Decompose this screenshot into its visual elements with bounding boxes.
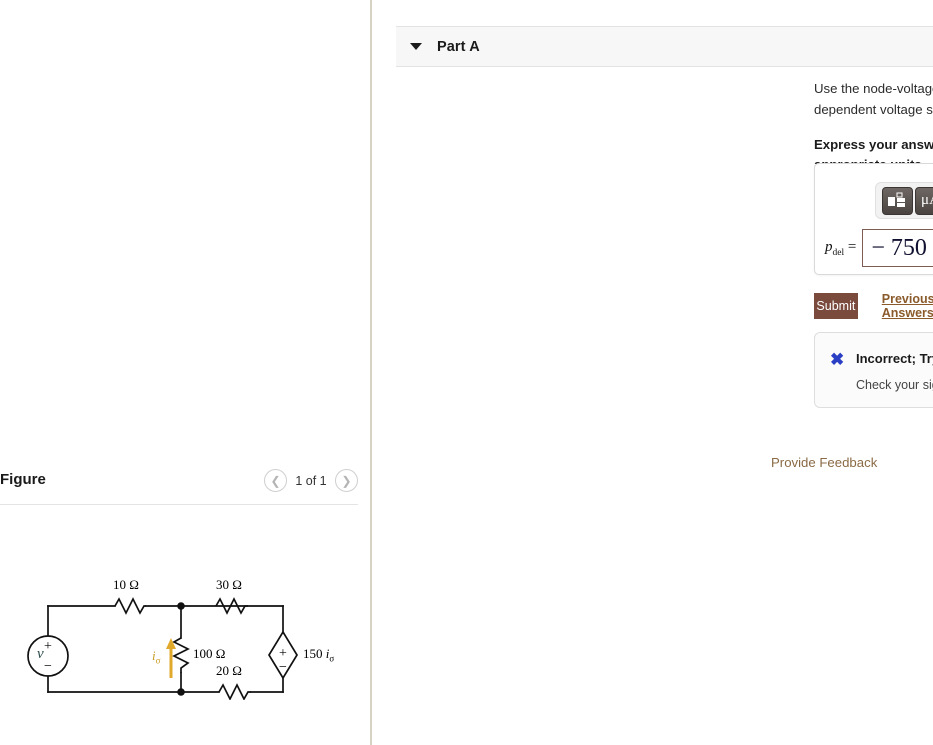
figure-title: Figure xyxy=(0,471,46,488)
question-body: Use the node-voltage method to calculate… xyxy=(814,80,933,174)
feedback-title: Incorrect; Try Again; 4 attempts remaini… xyxy=(856,351,933,366)
submit-row: Submit Previous Answers Request Answer xyxy=(814,292,933,320)
figure-panel: Figure ❮ 1 of 1 ❯ 10 Ω 30 Ω 100 Ω 20 Ω v… xyxy=(0,0,372,745)
figure-header: Figure ❮ 1 of 1 ❯ xyxy=(0,463,358,505)
math-toolbar: μÅ xyxy=(875,182,933,219)
caret-down-icon[interactable] xyxy=(410,43,422,50)
resistor-100-ohm xyxy=(172,637,190,673)
resistor-10-ohm xyxy=(114,597,146,615)
node-dot-top xyxy=(177,602,185,610)
dependent-voltage-source xyxy=(268,630,298,680)
current-arrow-isigma xyxy=(166,638,176,678)
answer-variable-label: pdel = xyxy=(825,238,857,258)
units-micro-angstrom-icon[interactable]: μÅ xyxy=(914,186,933,215)
template-blocks-glyph xyxy=(888,192,906,207)
circuit-diagram: 10 Ω 30 Ω 100 Ω 20 Ω v + − iσ + − 150 iσ xyxy=(0,520,372,705)
node-dot-bottom xyxy=(177,688,185,696)
chevron-right-icon: ❯ xyxy=(341,473,352,488)
resistor-20-ohm xyxy=(218,683,251,701)
part-title: Part A xyxy=(437,38,480,55)
feedback-box: ✖ Incorrect; Try Again; 4 attempts remai… xyxy=(814,332,933,408)
x-mark-icon: ✖ xyxy=(830,350,845,369)
figure-pager: ❮ 1 of 1 ❯ xyxy=(264,469,358,492)
feedback-detail: Check your signs. xyxy=(856,378,933,392)
content-panel: Part A Use the node-voltage method to ca… xyxy=(374,0,933,745)
independent-voltage-source xyxy=(27,635,69,677)
question-lead: Use the node-voltage method to calculate… xyxy=(814,81,933,117)
figure-prev-button[interactable]: ❮ xyxy=(264,469,287,492)
submit-button[interactable]: Submit xyxy=(814,293,858,319)
provide-feedback-link[interactable]: Provide Feedback xyxy=(771,455,877,470)
previous-answers-link[interactable]: Previous Answers xyxy=(882,292,933,320)
template-blocks-icon[interactable] xyxy=(882,186,913,215)
answer-entry-box: μÅ xyxy=(814,163,933,275)
problem-page: Figure ❮ 1 of 1 ❯ 10 Ω 30 Ω 100 Ω 20 Ω v… xyxy=(0,0,933,745)
figure-next-button[interactable]: ❯ xyxy=(335,469,358,492)
chevron-left-icon: ❮ xyxy=(270,473,281,488)
figure-page-count: 1 of 1 xyxy=(295,473,327,488)
answer-value-input[interactable] xyxy=(862,229,933,267)
part-a-header[interactable]: Part A xyxy=(396,26,933,67)
answer-row: pdel = xyxy=(825,229,933,267)
question-text: Use the node-voltage method to calculate… xyxy=(814,80,933,121)
circuit-svg xyxy=(27,597,298,701)
